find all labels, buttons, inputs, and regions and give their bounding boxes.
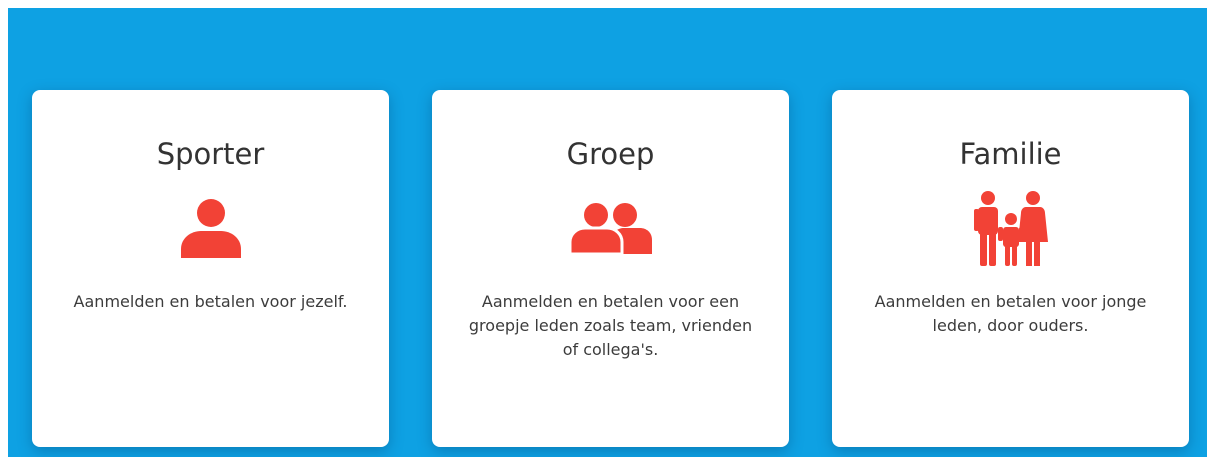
card-title: Familie xyxy=(959,137,1062,171)
person-icon xyxy=(180,199,241,258)
registration-type-panel: Sporter Aanmelden en betalen voor jezelf… xyxy=(8,8,1207,457)
card-groep[interactable]: Groep Aanmelden en betalen voor een groe… xyxy=(432,90,789,447)
card-description: Aanmelden en betalen voor jezelf. xyxy=(73,292,348,311)
card-title: Sporter xyxy=(156,137,265,171)
card-title: Groep xyxy=(566,137,655,171)
card-sporter[interactable]: Sporter Aanmelden en betalen voor jezelf… xyxy=(32,90,389,447)
family-icon xyxy=(973,191,1048,266)
card-description: Aanmelden en betalen voor jonge leden, d… xyxy=(874,292,1147,335)
card-familie[interactable]: Familie Aanmelden en betalen voor jonge … xyxy=(832,90,1189,447)
group-icon xyxy=(569,203,652,254)
card-description: Aanmelden en betalen voor een groepje le… xyxy=(468,292,753,359)
